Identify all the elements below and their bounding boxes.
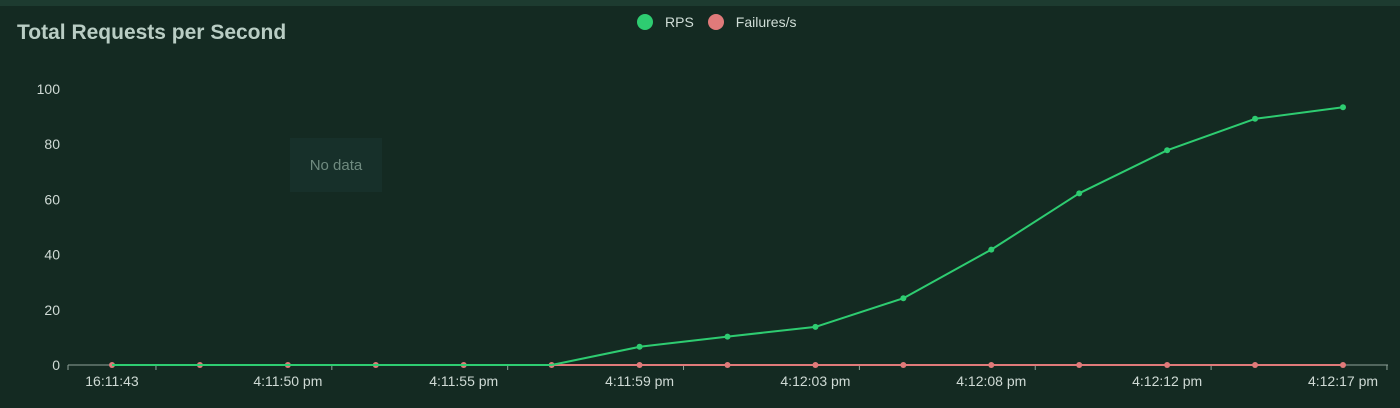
x-tick-label: 4:12:12 pm: [1132, 373, 1202, 389]
rps-data-point: [1340, 104, 1346, 111]
x-tick-label: 4:12:17 pm: [1308, 373, 1378, 389]
y-tick-label: 60: [44, 191, 60, 207]
rps-line-chart: 0 20 40 60 80 100 16:11:43 4:11:50 pm 4:11:55 pm…: [37, 81, 1388, 389]
rps-data-point: [988, 246, 995, 253]
y-tick-label: 20: [44, 302, 60, 318]
x-tick-label: 4:11:55 pm: [429, 373, 498, 389]
rps-data-point: [812, 323, 819, 330]
rps-data-point: [1076, 190, 1083, 197]
failures-data-point: [1164, 362, 1171, 368]
y-tick-label: 80: [44, 136, 60, 152]
failures-data-point: [1076, 362, 1083, 368]
x-tick-label: 16:11:43: [85, 373, 139, 389]
y-tick-label: 100: [37, 81, 61, 97]
failures-data-point: [900, 362, 907, 368]
x-tick-label: 4:12:08 pm: [956, 373, 1026, 389]
rps-data-point: [900, 295, 907, 302]
failures-data-point: [988, 362, 995, 368]
y-tick-label: 0: [52, 357, 60, 373]
x-tick-label: 4:11:59 pm: [605, 373, 674, 389]
failures-data-point: [1340, 362, 1346, 368]
failures-data-point: [812, 362, 819, 368]
x-tick-label: 4:11:50 pm: [253, 373, 322, 389]
x-tick-label: 4:12:03 pm: [780, 373, 850, 389]
failures-data-point: [724, 362, 731, 368]
rps-data-point: [724, 333, 731, 340]
rps-series-line: [112, 106, 1344, 366]
y-tick-label: 40: [44, 247, 60, 263]
failures-data-point: [636, 362, 643, 368]
rps-data-point: [1252, 115, 1259, 122]
failures-data-point: [1252, 362, 1259, 368]
rps-data-point: [1164, 147, 1171, 154]
rps-data-point: [636, 343, 643, 350]
